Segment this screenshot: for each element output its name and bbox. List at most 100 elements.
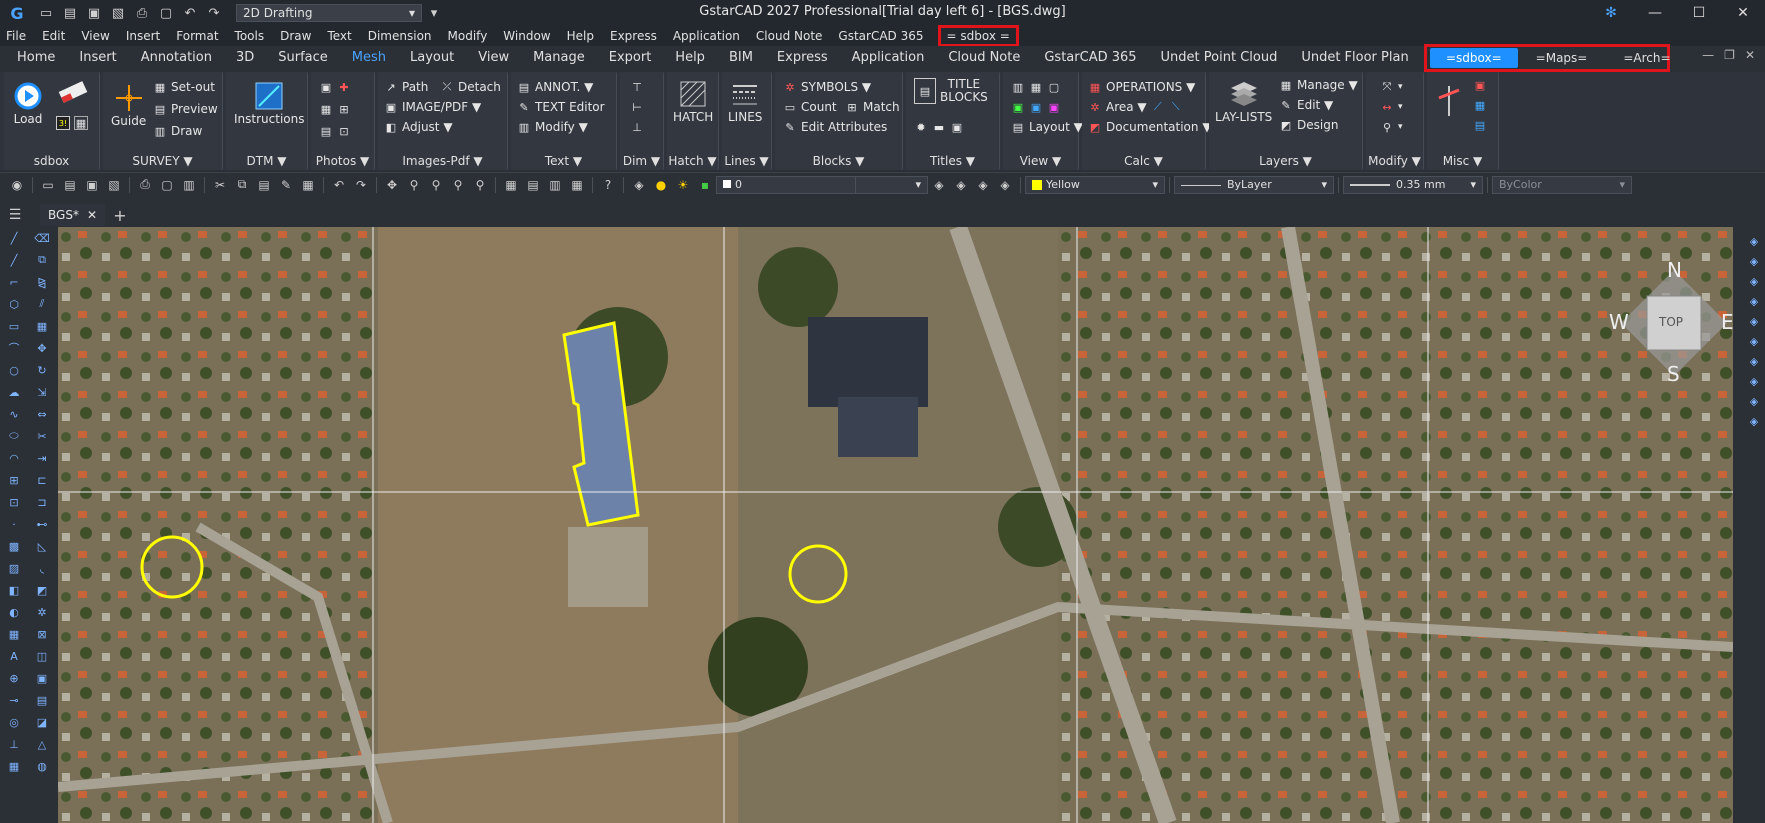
titles-tools[interactable]: ✹ ▬ ▣ — [914, 120, 964, 134]
workspace-select[interactable]: 2D Drafting ▾ — [236, 4, 422, 22]
ellipse-icon[interactable]: ⬭ — [6, 428, 22, 444]
blend-icon[interactable]: ◩ — [34, 582, 50, 598]
circle-icon[interactable]: ○ — [6, 362, 22, 378]
instructions-button[interactable]: Instructions — [234, 80, 304, 126]
viewcube-west[interactable]: W — [1609, 310, 1629, 334]
copy-icon[interactable]: ⧉ — [233, 176, 251, 194]
rotate-icon[interactable]: ↻ — [34, 362, 50, 378]
tb-new-icon[interactable]: ▭ — [39, 176, 57, 194]
menu-window[interactable]: Window — [497, 29, 560, 43]
tab-application[interactable]: Application — [840, 46, 937, 70]
addselected-icon[interactable]: ⊕ — [6, 670, 22, 686]
linetype-combo[interactable]: ByLayer ▾ — [1174, 175, 1334, 194]
offset-icon[interactable]: ⫽ — [34, 296, 50, 312]
viewcube-top-face[interactable]: TOP — [1659, 315, 1683, 329]
ribbon-close-icon[interactable]: ✕ — [1745, 48, 1755, 62]
tab-maps[interactable]: =Maps= — [1518, 48, 1606, 68]
cylinder-icon[interactable]: ▤ — [34, 692, 50, 708]
snap-icon[interactable]: ◎ — [6, 714, 22, 730]
tab-cloud-note[interactable]: Cloud Note — [936, 46, 1032, 70]
path-button[interactable]: ↗ Path — [384, 80, 428, 94]
lock-icon[interactable]: ⊠ — [34, 626, 50, 642]
ribbon-restore-icon[interactable]: ❐ — [1724, 48, 1735, 62]
tab-manage[interactable]: Manage — [521, 46, 597, 70]
menu-draw[interactable]: Draw — [274, 29, 321, 43]
tab-annotation[interactable]: Annotation — [129, 46, 224, 70]
hatch-button[interactable]: HATCH — [673, 78, 713, 124]
trim-icon[interactable]: ✂ — [34, 428, 50, 444]
layers-side-icon-10[interactable]: ◈ — [1746, 413, 1762, 429]
layers-side-icon-8[interactable]: ◈ — [1746, 373, 1762, 389]
zoom-window-icon[interactable]: ⚲ — [427, 176, 445, 194]
tab-layout[interactable]: Layout — [398, 46, 466, 70]
explode-icon[interactable]: ✲ — [34, 604, 50, 620]
layers-side-icon-6[interactable]: ◈ — [1746, 333, 1762, 349]
ribbon-minimize-icon[interactable]: — — [1702, 48, 1714, 62]
mtext-icon[interactable]: A — [6, 648, 22, 664]
layers-side-icon-4[interactable]: ◈ — [1746, 293, 1762, 309]
image-pdf-button[interactable]: ▣ IMAGE/PDF ▼ — [384, 100, 481, 114]
match-properties-icon[interactable]: ✎ — [277, 176, 295, 194]
tb-publish-icon[interactable]: ▥ — [180, 176, 198, 194]
undo-icon[interactable]: ↶ — [180, 4, 200, 22]
close-tab-icon[interactable]: ✕ — [87, 208, 97, 222]
tb-redo-icon[interactable]: ↷ — [352, 176, 370, 194]
menu-express[interactable]: Express — [604, 29, 667, 43]
annot-button[interactable]: ▤ ANNOT. ▼ — [517, 80, 594, 94]
box-icon[interactable]: ▣ — [34, 670, 50, 686]
color-combo[interactable]: Yellow ▾ — [1025, 175, 1165, 194]
stretch-icon[interactable]: ⇔ — [34, 406, 50, 422]
design-center-icon[interactable]: ▤ — [524, 176, 542, 194]
menu-modify[interactable]: Modify — [442, 29, 498, 43]
tool-palettes-icon[interactable]: ▥ — [546, 176, 564, 194]
cone-icon[interactable]: △ — [34, 736, 50, 752]
tb-print-icon[interactable]: ⎙ — [136, 176, 154, 194]
polygon-icon[interactable]: ⬡ — [6, 296, 22, 312]
count-button[interactable]: ▭ Count — [783, 100, 837, 114]
guide-button[interactable]: Guide — [111, 82, 146, 128]
revcloud-icon[interactable]: ☁ — [6, 384, 22, 400]
redo-icon[interactable]: ↷ — [204, 4, 224, 22]
layers-side-icon-9[interactable]: ◈ — [1746, 393, 1762, 409]
tb-preview-icon[interactable]: ▢ — [158, 176, 176, 194]
tab-bim[interactable]: BIM — [717, 46, 765, 70]
ellipse-arc-icon[interactable]: ◠ — [6, 450, 22, 466]
edit-attributes-button[interactable]: ✎ Edit Attributes — [783, 120, 887, 134]
block-editor-icon[interactable]: ▦ — [299, 176, 317, 194]
table-icon[interactable]: ▦ — [6, 626, 22, 642]
layer-off-icon[interactable]: ◈ — [996, 176, 1014, 194]
misc-tool-1[interactable]: ▣ — [1473, 78, 1487, 92]
layer-combo-arrow[interactable]: ▾ — [856, 175, 928, 194]
arc-icon[interactable]: ⌒ — [6, 340, 22, 356]
photo-tool-3[interactable]: ▤ ⊡ — [319, 124, 351, 138]
measure-tool-icon[interactable]: ⊸ — [6, 692, 22, 708]
copy-tool-icon[interactable]: ⧉ — [34, 252, 50, 268]
menu-format[interactable]: Format — [170, 29, 228, 43]
text-editor-button[interactable]: ✎ TEXT Editor — [517, 100, 604, 114]
viewcube-east[interactable]: E — [1721, 310, 1734, 334]
viewcube-north[interactable]: N — [1667, 258, 1682, 282]
layers-side-icon-2[interactable]: ◈ — [1746, 253, 1762, 269]
layer-previous-icon[interactable]: ◈ — [930, 176, 948, 194]
app-logo-icon[interactable]: G — [0, 0, 34, 26]
modify-tool-1[interactable]: ⤧ ▾ — [1380, 80, 1403, 94]
ray-icon[interactable]: ╱ — [6, 252, 22, 268]
plotstyle-combo[interactable]: ByColor ▾ — [1492, 175, 1632, 194]
symbols-button[interactable]: ✲ SYMBOLS ▼ — [783, 80, 871, 94]
menu-cloud-note[interactable]: Cloud Note — [750, 29, 833, 43]
preview-button[interactable]: ▤ Preview — [153, 102, 218, 116]
view-layout-button[interactable]: ▤ Layout ▼ — [1011, 120, 1083, 134]
settings-gear-icon[interactable]: ✻ — [1589, 0, 1633, 26]
target-icon[interactable]: ◉ — [8, 176, 26, 194]
menu-edit[interactable]: Edit — [36, 29, 75, 43]
pan-icon[interactable]: ✥ — [383, 176, 401, 194]
layers-side-icon-5[interactable]: ◈ — [1746, 313, 1762, 329]
adjust-button[interactable]: ◧ Adjust ▼ — [384, 120, 453, 134]
tb-undo-icon[interactable]: ↶ — [330, 176, 348, 194]
maximize-button[interactable]: ☐ — [1677, 0, 1721, 26]
tab-mesh[interactable]: Mesh — [340, 46, 398, 70]
customize-quick-access-icon[interactable]: ▾ — [424, 4, 444, 22]
grid-toggle-icon[interactable]: ▦ — [6, 758, 22, 774]
viewcube-south[interactable]: S — [1667, 362, 1680, 386]
sdbox-tools-button[interactable]: 3! ▦ — [56, 116, 88, 130]
